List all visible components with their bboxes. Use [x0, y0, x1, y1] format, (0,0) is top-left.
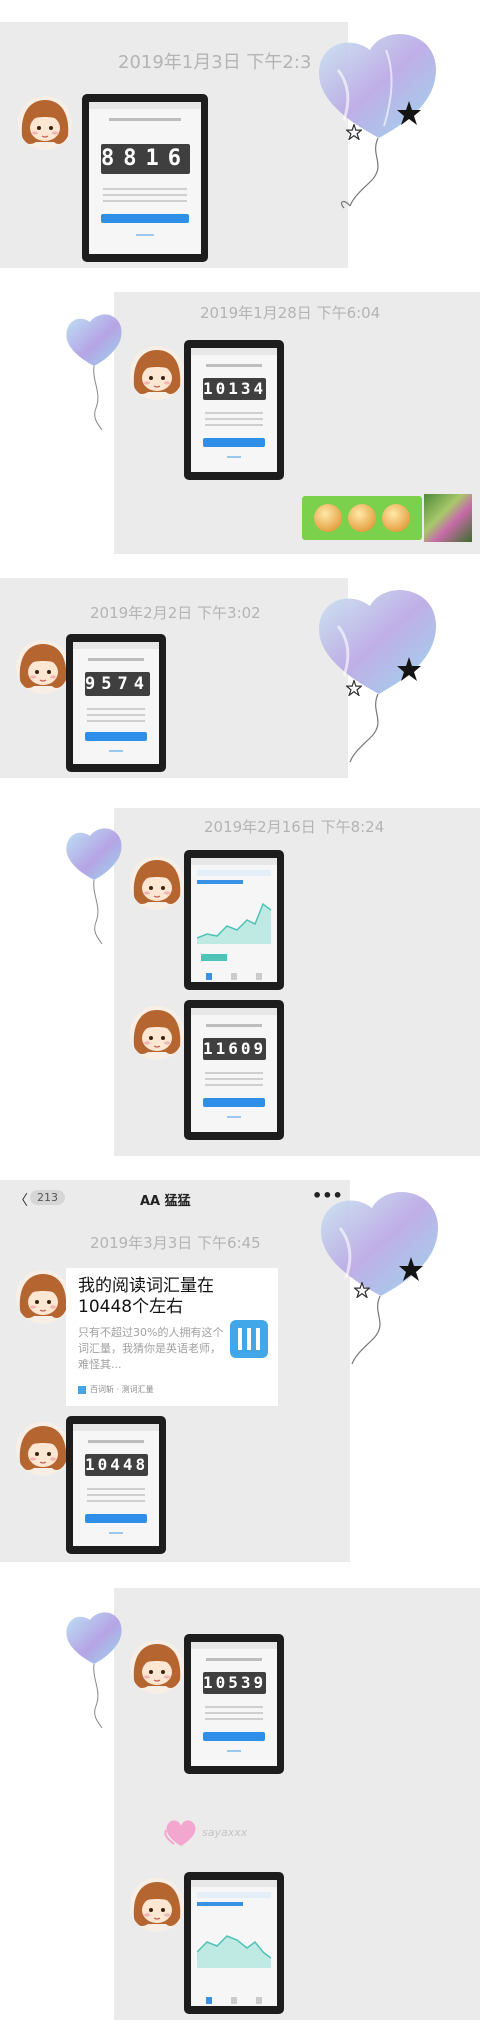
star-icon: [396, 100, 422, 130]
vocab-app-icon: [230, 1320, 268, 1358]
timestamp: 2019年1月28日 下午6:04: [200, 304, 381, 322]
balloon-heart-icon: [62, 826, 126, 946]
timestamp: 2019年2月2日 下午3:02: [90, 604, 261, 622]
balloon-heart-icon: [314, 30, 444, 214]
link-card-source: 百词斩 · 测词汇量: [78, 1384, 154, 1395]
score-digits: 10539: [203, 1672, 267, 1694]
link-card-source-label: 百词斩 · 测词汇量: [90, 1385, 154, 1394]
star-icon: [344, 678, 364, 700]
score-screenshot-message[interactable]: 11609: [184, 1000, 284, 1140]
score-digits: 10134: [203, 378, 267, 400]
score-digits: 8816: [101, 144, 190, 174]
link-card-message[interactable]: 我的阅读词汇量在10448个左右 只有不超过30%的人拥有这个词汇量，我猜你是英…: [66, 1268, 278, 1406]
avatar[interactable]: [130, 346, 184, 400]
timestamp: 2019年2月16日 下午8:24: [204, 818, 385, 836]
avatar[interactable]: [16, 640, 70, 694]
score-digits: 11609: [203, 1038, 267, 1060]
sticker-message[interactable]: [302, 496, 422, 540]
avatar[interactable]: [130, 1006, 184, 1060]
star-icon: [344, 122, 364, 144]
back-arrow-icon[interactable]: 〈: [14, 1190, 28, 1210]
score-screenshot-message[interactable]: 10134: [184, 340, 284, 480]
timestamp: 2019年1月3日 下午2:3: [118, 52, 312, 73]
balloon-heart-icon: [316, 1188, 446, 1372]
balloon-heart-icon: [62, 1610, 126, 1730]
timestamp: 2019年3月3日 下午6:45: [90, 1234, 261, 1252]
score-digits: 10448: [85, 1454, 149, 1476]
score-screenshot-message[interactable]: 9574: [66, 634, 166, 772]
balloon-heart-icon: [62, 312, 126, 432]
score-screenshot-message[interactable]: 10448: [66, 1416, 166, 1554]
growth-chart-thumbnail: [197, 1935, 271, 1968]
chat-header: 〈 213 AA 猛猛 •••: [0, 1186, 350, 1214]
watermark-text: sayaxxx: [202, 1826, 248, 1839]
chart-screenshot-message[interactable]: [184, 1872, 284, 2014]
unread-count-badge[interactable]: 213: [30, 1190, 65, 1205]
avatar[interactable]: [18, 96, 72, 150]
avatar[interactable]: [130, 1640, 184, 1694]
star-icon: [398, 1256, 424, 1286]
link-card-description: 只有不超过30%的人拥有这个词汇量，我猜你是英语老师，难怪其...: [78, 1326, 224, 1371]
avatar[interactable]: [424, 494, 472, 542]
score-screenshot-message[interactable]: 10539: [184, 1634, 284, 1774]
watermark: sayaxxx: [164, 1818, 284, 1848]
score-digits: 9574: [85, 672, 150, 696]
link-card-title: 我的阅读词汇量在10448个左右: [78, 1276, 214, 1317]
growth-chart-thumbnail: [197, 902, 271, 944]
star-icon: [396, 656, 422, 686]
avatar[interactable]: [16, 1270, 70, 1324]
avatar[interactable]: [130, 1878, 184, 1932]
score-screenshot-message[interactable]: 8816: [82, 94, 208, 262]
chat-title: AA 猛猛: [140, 1194, 191, 1209]
avatar[interactable]: [16, 1422, 70, 1476]
chart-screenshot-message[interactable]: [184, 850, 284, 990]
balloon-heart-icon: [314, 586, 444, 770]
avatar[interactable]: [130, 856, 184, 910]
star-icon: [352, 1280, 372, 1302]
